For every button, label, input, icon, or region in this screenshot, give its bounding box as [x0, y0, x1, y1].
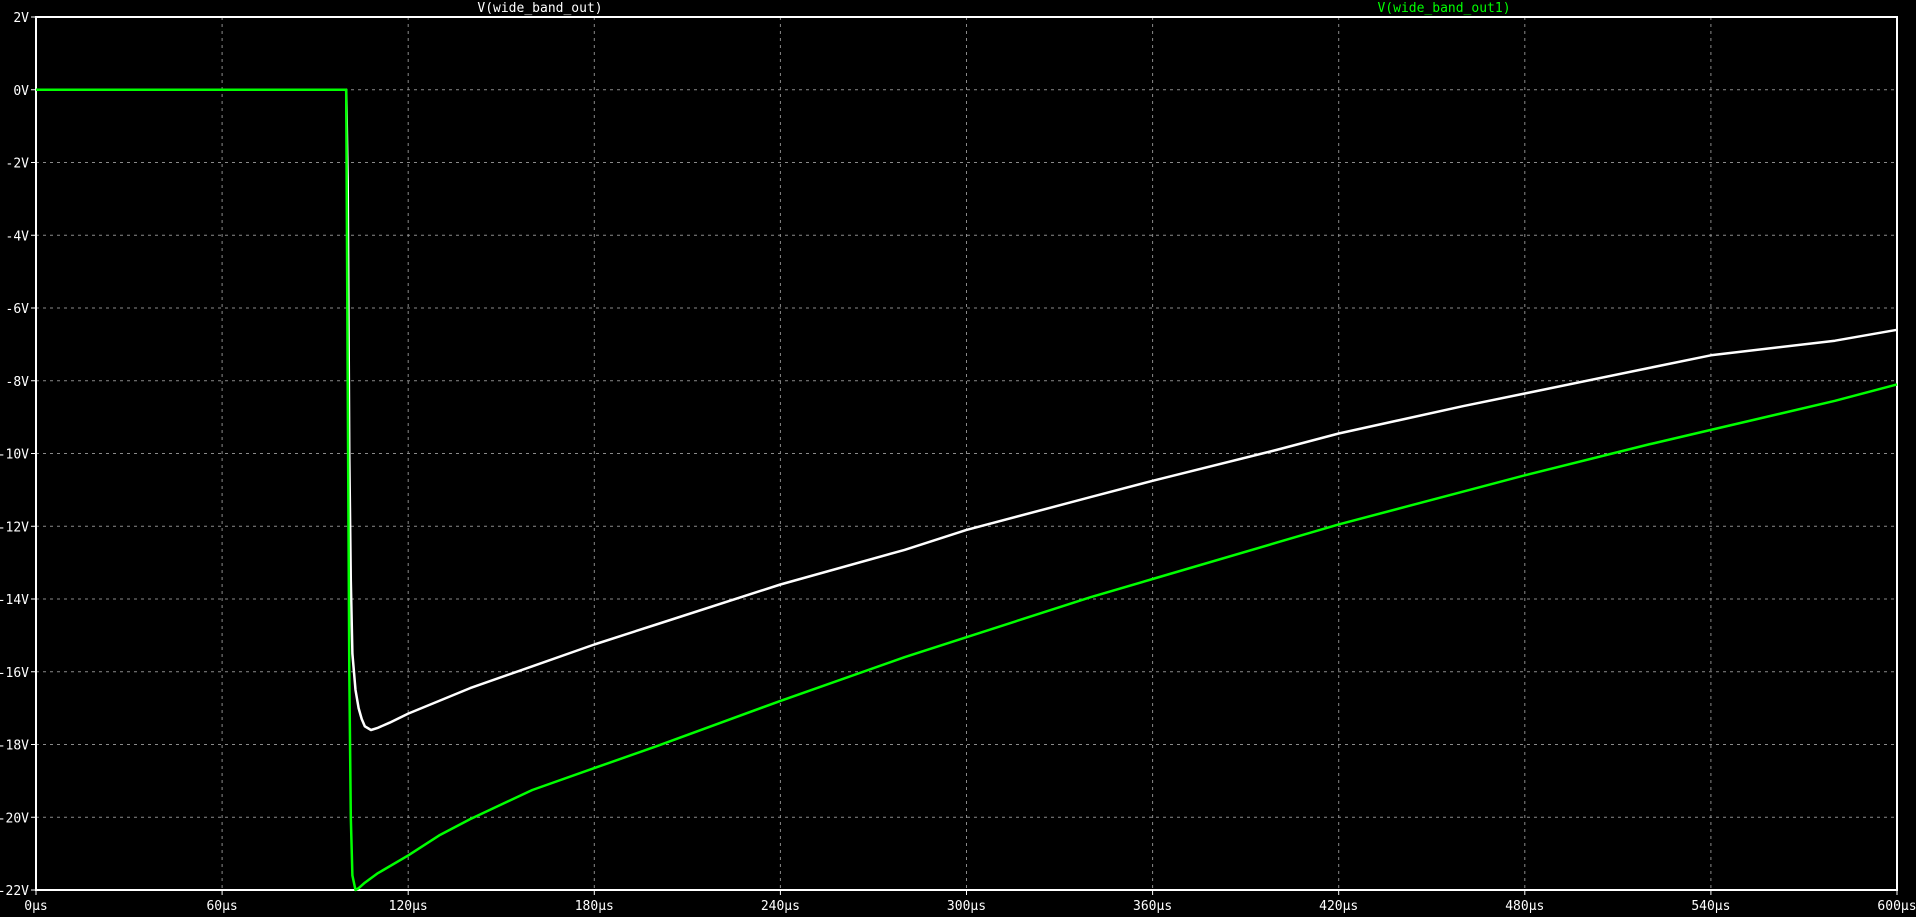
x-tick-label: 120µs — [389, 899, 428, 914]
series-title-wide-band-out1[interactable]: V(wide_band_out1) — [1377, 1, 1510, 16]
x-tick-label: 420µs — [1319, 899, 1358, 914]
x-tick-label: 0µs — [24, 899, 47, 914]
x-tick-label: 60µs — [206, 899, 237, 914]
y-tick-label: -22V — [0, 884, 29, 899]
y-tick-label: -12V — [0, 520, 29, 535]
y-tick-label: 0V — [13, 84, 29, 99]
y-tick-label: -20V — [0, 811, 29, 826]
x-tick-label: 540µs — [1691, 899, 1730, 914]
y-tick-label: -14V — [0, 593, 29, 608]
y-tick-label: 2V — [13, 11, 29, 26]
y-tick-label: -6V — [6, 302, 30, 317]
y-tick-label: -4V — [6, 229, 30, 244]
plot-background — [0, 0, 1916, 917]
y-tick-label: -8V — [6, 375, 30, 390]
y-tick-label: -10V — [0, 448, 29, 463]
waveform-plot: 0µs 60µs 120µs 180µs 240µs 300µs 360µs 420µs 480… — [0, 0, 1916, 917]
x-tick-label: 300µs — [947, 899, 986, 914]
x-tick-label: 360µs — [1133, 899, 1172, 914]
x-tick-label: 600µs — [1877, 899, 1916, 914]
x-tick-label: 480µs — [1505, 899, 1544, 914]
series-title-wide-band-out[interactable]: V(wide_band_out) — [477, 1, 602, 16]
x-tick-label: 240µs — [761, 899, 800, 914]
y-tick-label: -16V — [0, 666, 29, 681]
y-tick-label: -2V — [6, 157, 30, 172]
x-tick-label: 180µs — [575, 899, 614, 914]
y-tick-label: -18V — [0, 739, 29, 754]
